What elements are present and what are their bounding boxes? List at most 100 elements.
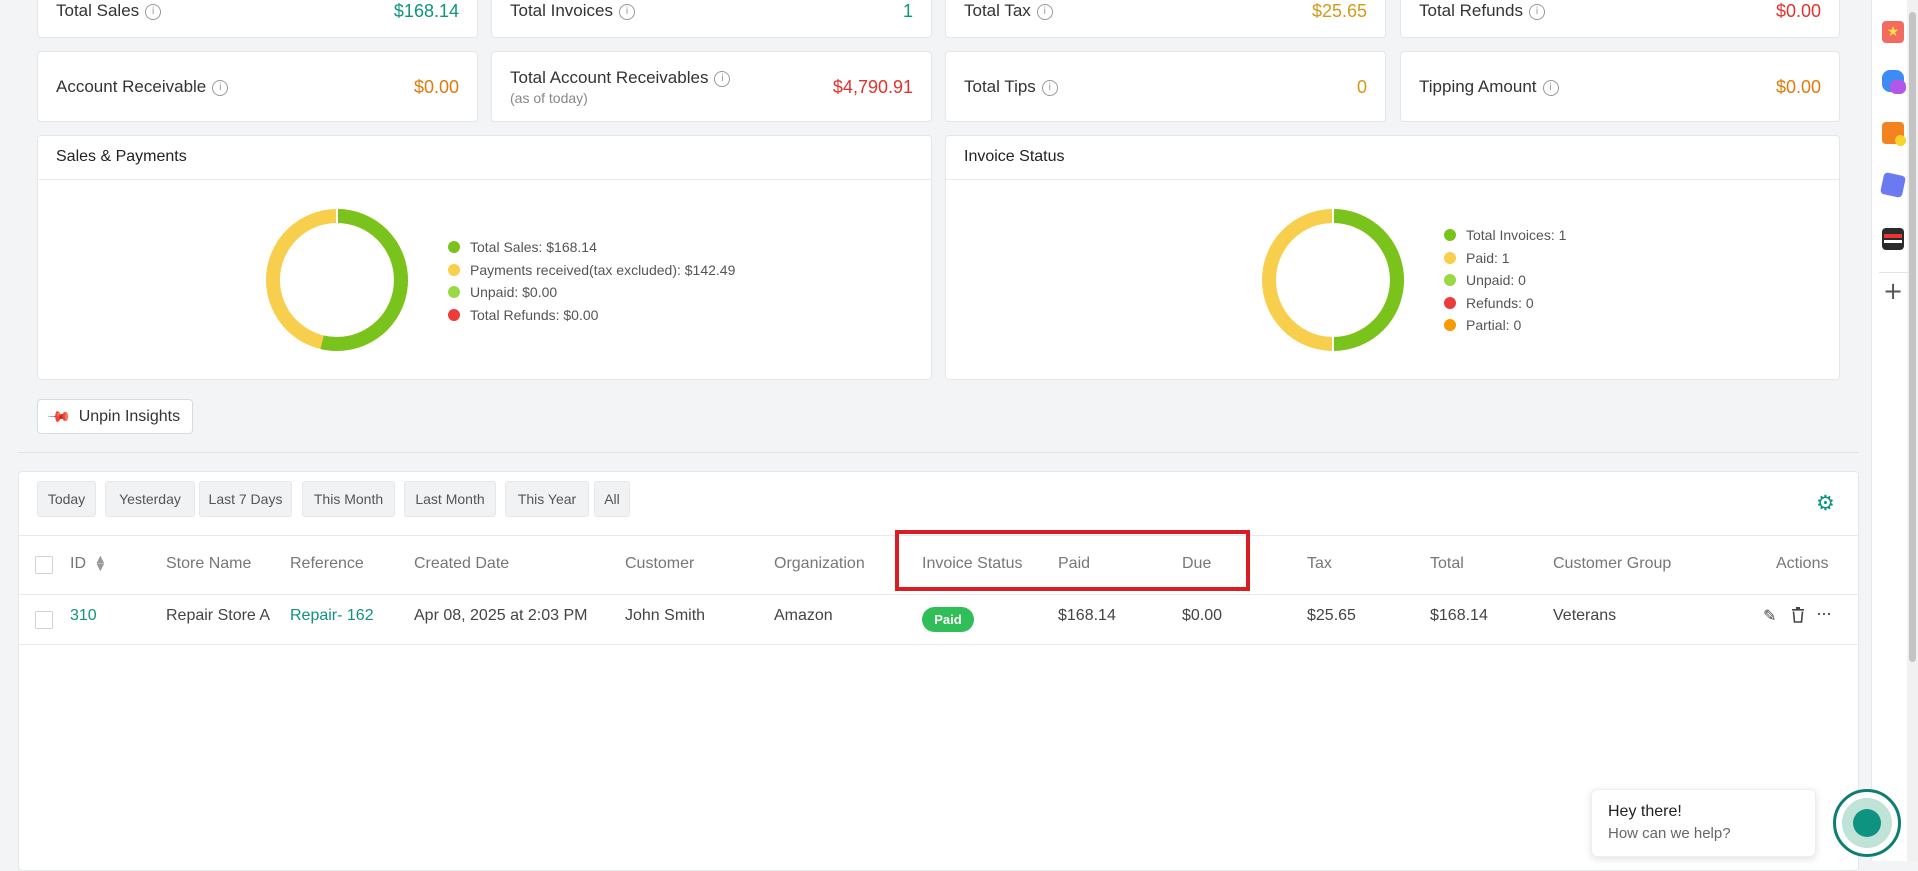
stat-value: $0.00 <box>1775 77 1821 97</box>
filter-yesterday[interactable]: Yesterday <box>105 481 195 517</box>
col-tax[interactable]: Tax <box>1307 555 1332 573</box>
info-icon[interactable]: i <box>145 3 162 20</box>
scrollbar-thumb[interactable] <box>1909 12 1916 662</box>
col-store-name[interactable]: Store Name <box>166 555 251 573</box>
info-icon[interactable]: i <box>619 3 635 20</box>
stat-total-tax: Total Tax i $25.65 <box>945 0 1386 38</box>
legend-label: Total Invoices: 1 <box>1466 227 1567 244</box>
settings-gear-icon[interactable]: ⚙ <box>1816 491 1835 515</box>
legend-label: Payments received(tax excluded): $142.49 <box>470 261 736 278</box>
cell-paid: $168.14 <box>1058 607 1116 624</box>
chat-avatar-icon <box>1842 798 1892 848</box>
legend-label: Paid: 1 <box>1466 249 1510 266</box>
stat-total-sales: Total Sales i $168.14 <box>37 0 478 38</box>
col-actions: Actions <box>1776 555 1829 572</box>
insights-container-edge <box>18 452 1859 453</box>
legend-dot <box>1444 296 1456 309</box>
legend-item: Unpaid: $0.00 <box>448 281 735 304</box>
stat-label: Total Tax <box>964 1 1031 20</box>
filter-label: All <box>604 491 620 507</box>
legend-dot <box>1444 319 1456 332</box>
legend-label: Unpaid: $0.00 <box>470 284 558 301</box>
star-extension-icon[interactable]: ★ <box>1882 21 1904 43</box>
filter-label: This Month <box>313 491 384 507</box>
legend-label: Total Sales: $168.14 <box>470 239 597 256</box>
filter-label: This Year <box>517 491 577 507</box>
stat-sublabel: (as of today) <box>510 90 588 106</box>
sales-payments-panel: Sales & Payments Total Sales: $168.14 Pa… <box>37 135 932 380</box>
chat-launcher-button[interactable] <box>1833 789 1901 857</box>
stat-label: Total Sales <box>56 1 140 20</box>
more-options-icon[interactable]: ··· <box>1816 603 1832 624</box>
invoice-status-panel: Invoice Status Total Invoices: 1 Paid: 1… <box>945 135 1840 380</box>
legend-dot <box>1444 229 1456 242</box>
col-customer-group[interactable]: Customer Group <box>1553 555 1671 573</box>
filter-label: Today <box>47 491 86 507</box>
chat-subtitle: How can we help? <box>1608 825 1731 842</box>
chat-extension-icon[interactable] <box>1882 70 1906 94</box>
legend-dot <box>448 286 460 299</box>
stat-label: Total Invoices <box>510 1 613 20</box>
select-all-checkbox[interactable] <box>35 556 53 574</box>
unpin-label: Unpin Insights <box>78 407 181 425</box>
stat-label: Tipping Amount <box>1419 77 1537 96</box>
filter-today[interactable]: Today <box>37 481 96 517</box>
cell-reference-link[interactable]: Repair- 162 <box>290 607 374 625</box>
col-reference[interactable]: Reference <box>290 555 364 573</box>
stat-label: Total Account Receivables <box>510 68 709 87</box>
info-icon[interactable]: i <box>212 79 229 96</box>
col-id[interactable]: ID ▲ ▼ <box>70 554 104 573</box>
cell-customer-group: Veterans <box>1553 607 1617 624</box>
cell-customer: John Smith <box>625 607 706 624</box>
col-label: ID <box>70 555 86 572</box>
info-icon[interactable]: i <box>1041 79 1058 96</box>
sort-icon[interactable]: ▲ ▼ <box>96 554 104 572</box>
cell-id-link[interactable]: 310 <box>70 607 97 625</box>
col-created-date[interactable]: Created Date <box>414 555 509 573</box>
unpin-insights-button[interactable]: 📌 Unpin Insights <box>37 399 193 434</box>
cell-total: $168.14 <box>1430 607 1488 624</box>
filter-last-month[interactable]: Last Month <box>404 481 496 517</box>
delete-icon[interactable] <box>1791 607 1805 623</box>
cell-organization: Amazon <box>774 607 833 624</box>
info-icon[interactable]: i <box>1036 3 1053 20</box>
col-total[interactable]: Total <box>1430 555 1464 573</box>
legend-item: Total Sales: $168.14 <box>448 236 735 259</box>
legend-item: Paid: 1 <box>1444 247 1566 270</box>
info-icon[interactable]: i <box>714 70 731 87</box>
info-icon[interactable]: i <box>1528 3 1545 20</box>
filter-last-7-days[interactable]: Last 7 Days <box>199 481 292 517</box>
chat-bubble[interactable]: Hey there! How can we help? <box>1591 789 1816 857</box>
legend-item: Total Refunds: $0.00 <box>448 304 735 327</box>
filter-this-month[interactable]: This Month <box>302 481 395 517</box>
legend-dot <box>1444 274 1456 287</box>
filter-all[interactable]: All <box>594 481 630 517</box>
row-checkbox[interactable] <box>35 611 53 629</box>
cell-created-date: Apr 08, 2025 at 2:03 PM <box>414 607 588 624</box>
orange-extension-icon[interactable] <box>1882 122 1906 146</box>
legend-label: Total Refunds: $0.00 <box>470 306 599 323</box>
cell-tax: $25.65 <box>1307 607 1356 624</box>
stat-value: $0.00 <box>1775 1 1821 21</box>
info-icon[interactable]: i <box>1542 79 1559 96</box>
legend-dot <box>1444 251 1456 264</box>
stat-value: $168.14 <box>393 1 459 21</box>
col-organization[interactable]: Organization <box>774 555 865 573</box>
stat-value: $4,790.91 <box>832 77 913 97</box>
purple-extension-icon[interactable] <box>1879 171 1907 199</box>
stat-total-tips: Total Tips i 0 <box>945 51 1386 122</box>
stat-value: $25.65 <box>1311 1 1367 21</box>
stat-label: Total Tips <box>964 77 1036 96</box>
col-customer[interactable]: Customer <box>625 555 694 573</box>
pin-icon: 📌 <box>46 404 72 430</box>
filter-this-year[interactable]: This Year <box>505 481 589 517</box>
stack-extension-icon[interactable] <box>1882 228 1904 250</box>
add-icon[interactable]: + <box>1883 277 1903 305</box>
legend-item: Unpaid: 0 <box>1444 269 1566 292</box>
stat-label: Account Receivable <box>56 77 207 96</box>
edit-icon[interactable]: ✎ <box>1763 606 1776 625</box>
sales-legend: Total Sales: $168.14 Payments received(t… <box>448 236 735 326</box>
stat-total-account-receivables: Total Account Receivables i (as of today)… <box>491 51 932 122</box>
legend-dot <box>448 263 460 276</box>
status-badge: Paid <box>922 607 974 632</box>
